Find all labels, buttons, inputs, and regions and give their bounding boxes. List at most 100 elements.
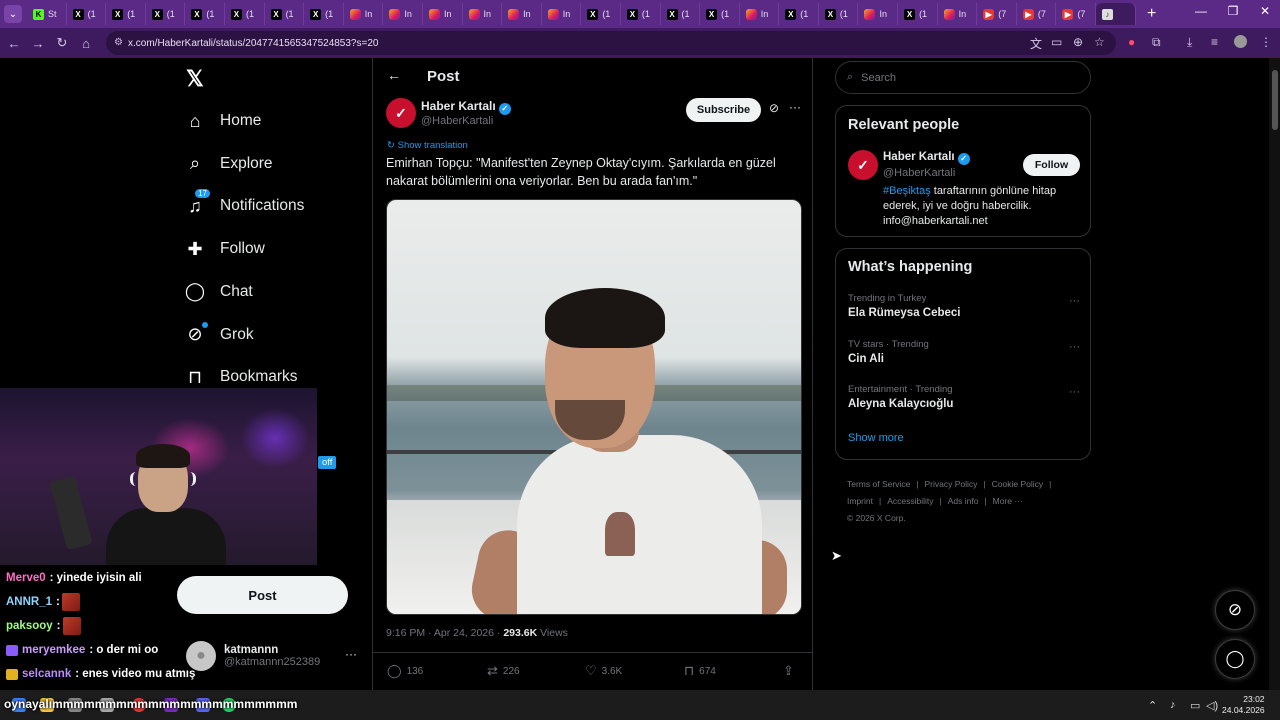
browser-tab[interactable]: ▶ (7 [1056,3,1097,25]
zoom-icon[interactable]: ⊕ [1073,35,1083,49]
back-icon[interactable]: ← [2,36,26,51]
extensions-puzzle-icon[interactable]: ⧉ [1152,35,1161,50]
tab-search-icon[interactable]: ⌄ [4,5,22,23]
like-button[interactable]: ♡ 3.6K [585,663,622,679]
media-icon[interactable]: ≡ [1211,35,1218,49]
browser-tab[interactable]: ▶ (7 [977,3,1017,25]
cast-icon[interactable]: ▭ [1051,35,1062,49]
author-avatar[interactable]: ✓ [386,98,416,128]
home-browser-icon[interactable]: ⌂ [74,36,98,51]
footer-link[interactable]: Privacy Policy [925,479,978,489]
profile-avatar[interactable] [1234,35,1247,48]
browser-menu-icon[interactable]: ⋮ [1260,35,1272,49]
nav-item-chat[interactable]: ◯ Chat [184,272,253,312]
account-more-icon[interactable]: ··· [345,647,357,661]
new-tab-button[interactable]: + [1140,5,1164,23]
volume-icon[interactable]: ◁) [1206,699,1218,712]
page-scrollbar[interactable] [1269,58,1280,690]
reply-button[interactable]: ◯ 136 [387,663,423,679]
messages-fab-icon[interactable]: ◯ [1215,639,1255,679]
relevant-name[interactable]: Haber Kartalı ✓ [883,151,970,165]
browser-tab[interactable]: X (1 [106,3,146,25]
browser-tab[interactable]: In [542,3,582,25]
post-media-image[interactable] [386,199,802,615]
bookmark-star-icon[interactable]: ☆ [1094,35,1105,49]
browser-tab[interactable]: In [858,3,899,25]
forward-icon[interactable]: → [26,36,50,51]
browser-tab[interactable]: X (1 [700,3,740,25]
browser-tab[interactable]: In [938,3,978,25]
browser-tab[interactable]: In [463,3,503,25]
browser-tab[interactable]: X (1 [304,3,344,25]
browser-tab[interactable]: X (1 [661,3,701,25]
grok-icon[interactable]: ⊘ [769,101,779,115]
translate-icon[interactable]: 文 [1030,35,1042,52]
hashtag-link[interactable]: #Beşiktaş [883,185,931,197]
close-window-icon[interactable]: ✕ [1250,4,1280,18]
share-button[interactable]: ⇪ [783,663,794,679]
restore-icon[interactable]: ❐ [1218,4,1248,18]
grok-fab-icon[interactable]: ⊘ [1215,590,1255,630]
author-name[interactable]: Haber Kartalı ✓ [421,99,511,115]
download-icon[interactable]: ⤓ [1187,35,1192,50]
tray-expand-icon[interactable]: ⌃ [1148,699,1157,712]
repost-button[interactable]: ⇄ 226 [487,663,520,679]
post-more-icon[interactable]: ··· [789,100,801,114]
nav-item-explore[interactable]: ⌕ Explore [184,144,273,184]
trend-more-icon[interactable]: ··· [1069,341,1080,353]
back-arrow-icon[interactable]: ← [387,67,401,83]
x-logo-icon[interactable]: 𝕏 [186,68,208,90]
search-input[interactable]: ⌕ Search [835,61,1091,94]
microphone-icon[interactable]: ♪ [1170,699,1176,711]
scrollbar-thumb[interactable] [1272,70,1278,130]
browser-tab[interactable]: In [502,3,542,25]
minimize-icon[interactable]: — [1186,4,1216,18]
browser-tab[interactable]: X (1 [621,3,661,25]
subscribe-button[interactable]: Subscribe [686,98,761,122]
taskbar-clock[interactable]: 23:02 24.04.2026 [1222,694,1265,716]
follow-button[interactable]: Follow [1023,154,1080,176]
browser-tab[interactable]: X (1 [265,3,305,25]
footer-link[interactable]: Cookie Policy [992,479,1044,489]
network-icon[interactable]: ▭ [1190,699,1200,712]
footer-link[interactable]: Imprint [847,496,873,506]
trend-item[interactable]: Trending in Turkey Ela Rümeysa Cebeci ··· [848,293,1080,319]
footer-link[interactable]: Accessibility [887,496,933,506]
browser-tab[interactable]: K St [27,3,67,25]
browser-tab[interactable]: ▶ (7 [1017,3,1057,25]
browser-tab[interactable]: X (1 [779,3,819,25]
nav-item-follow[interactable]: ✚ Follow [184,229,264,269]
browser-tab[interactable]: In [423,3,463,25]
browser-tab[interactable]: X (1 [225,3,265,25]
browser-tab[interactable]: X (1 [898,3,938,25]
author-handle[interactable]: @HaberKartali [421,115,493,127]
reload-icon[interactable]: ↻ [50,35,74,51]
site-info-icon[interactable]: ⚙ [114,37,123,48]
footer-link[interactable]: Ads info [948,496,979,506]
nav-item-notifications[interactable]: ♫ 17 Notifications [184,186,304,226]
footer-link[interactable]: More ··· [993,496,1023,506]
browser-tab[interactable]: In [383,3,423,25]
show-translation-link[interactable]: ↻ Show translation [387,140,468,151]
trend-more-icon[interactable]: ··· [1069,386,1080,398]
browser-tab[interactable]: ♪ [1096,3,1136,25]
browser-tab[interactable]: X (1 [185,3,225,25]
footer-link[interactable]: Terms of Service [847,479,910,489]
extension-icon[interactable]: ● [1128,35,1135,49]
show-more-link[interactable]: Show more [848,432,904,444]
browser-tab[interactable]: X (1 [146,3,186,25]
trend-more-icon[interactable]: ··· [1069,295,1080,307]
browser-tab[interactable]: X (1 [819,3,859,25]
nav-item-home[interactable]: ⌂ Home [184,101,262,141]
trend-item[interactable]: TV stars · Trending Cin Ali ··· [848,339,1080,365]
browser-tab[interactable]: X (1 [67,3,107,25]
trend-item[interactable]: Entertainment · Trending Aleyna Kalaycıoğ… [848,384,1080,410]
nav-item-grok[interactable]: ⊘ Grok [184,315,254,355]
relevant-handle[interactable]: @HaberKartali [883,167,955,179]
post-timestamp[interactable]: 9:16 PM · Apr 24, 2026 · [386,627,503,639]
browser-tab[interactable]: X (1 [581,3,621,25]
relevant-avatar[interactable]: ✓ [848,150,878,180]
browser-tab[interactable]: In [344,3,384,25]
browser-tab[interactable]: In [740,3,780,25]
url-field[interactable]: ⚙ x.com/HaberKartali/status/204774156534… [106,31,1116,55]
